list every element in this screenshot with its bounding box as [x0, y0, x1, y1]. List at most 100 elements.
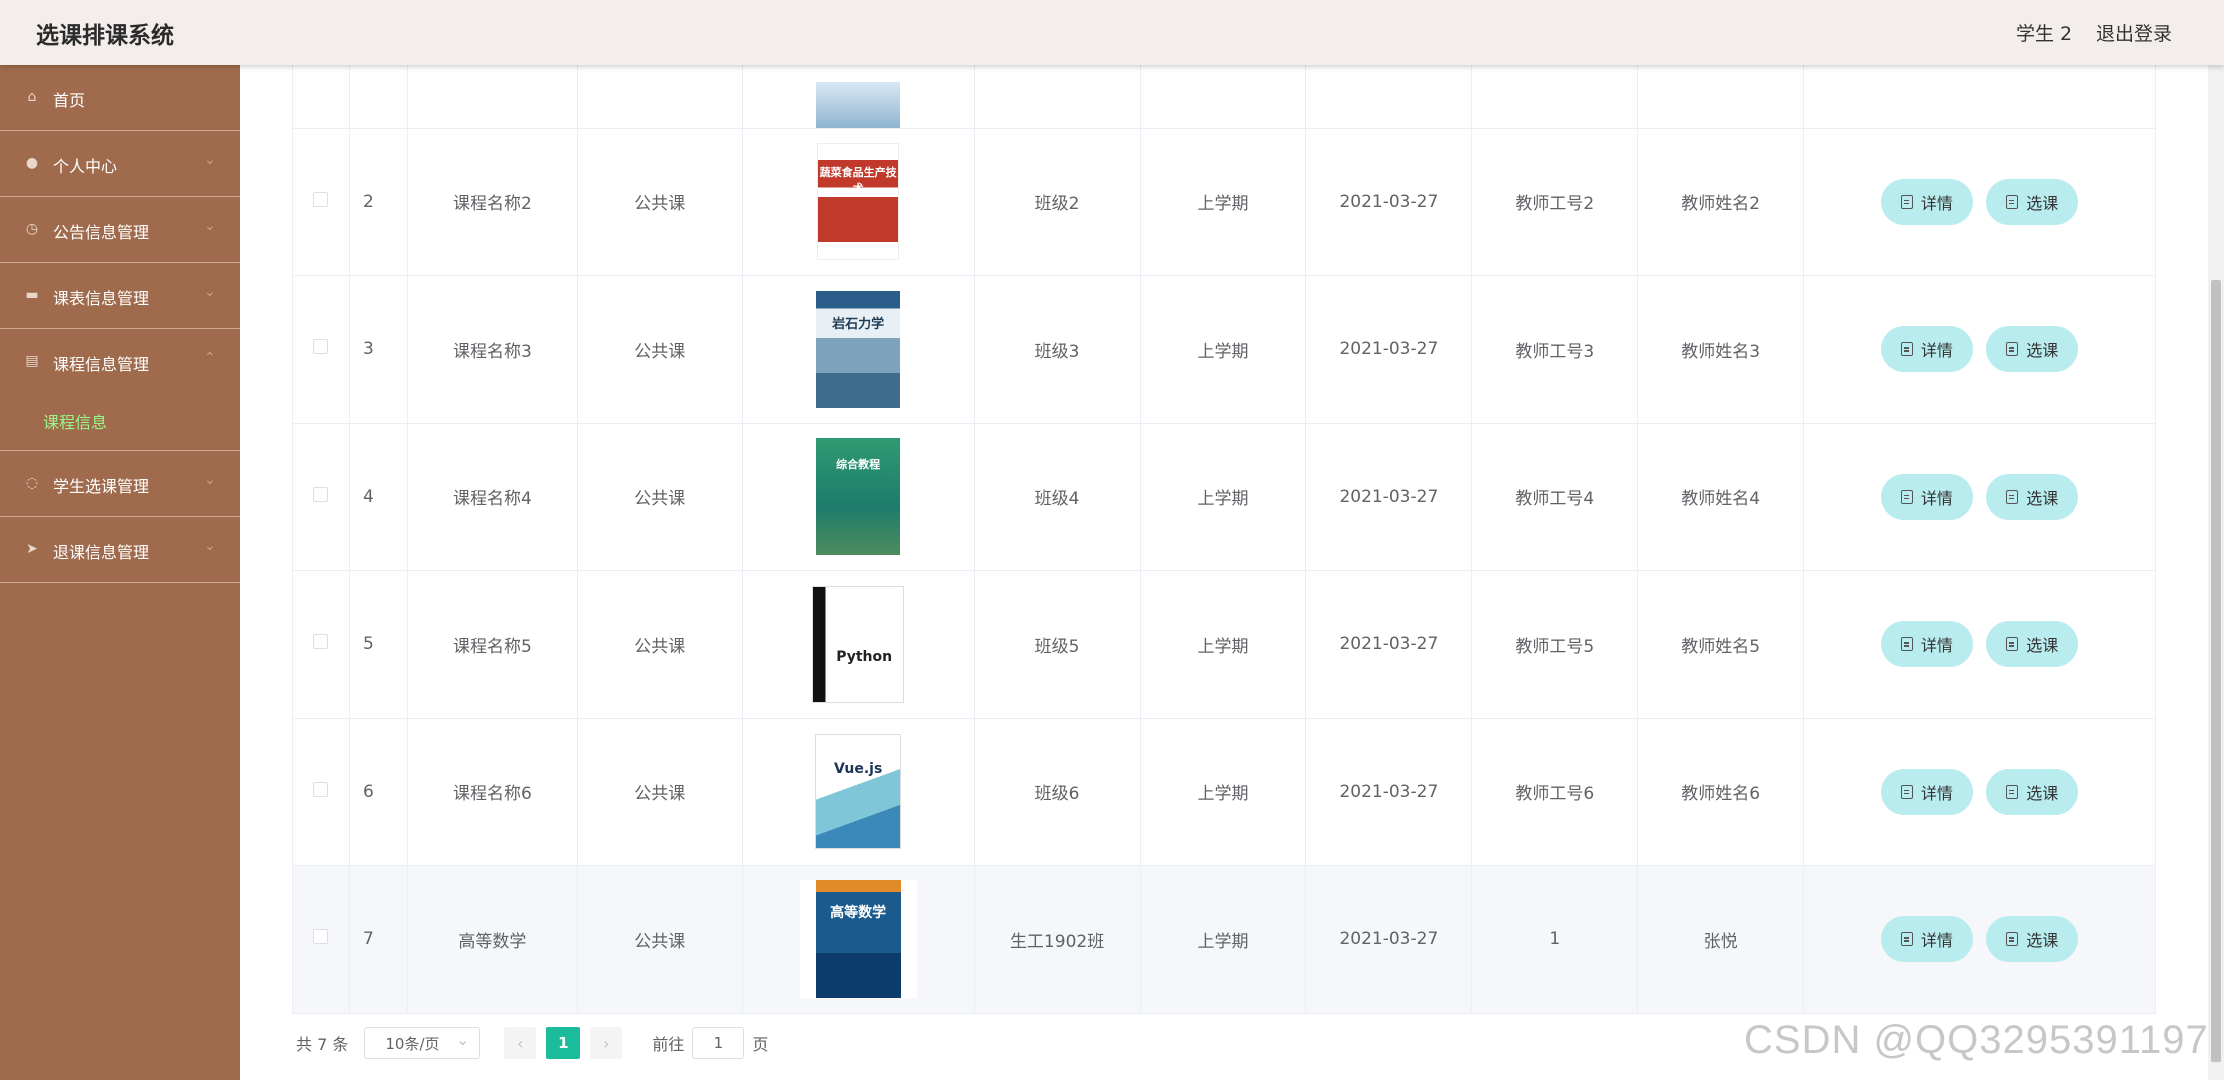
course-name: 课程名称5	[407, 570, 578, 719]
book-cover-image: Python	[812, 585, 905, 703]
teacher-no: 教师工号4	[1471, 423, 1639, 571]
sidebar-item-announcements[interactable]: ◷ 公告信息管理 ⌄	[0, 197, 240, 263]
page-size-select[interactable]: 10条/页	[364, 1027, 481, 1059]
sidebar-item-student-selection[interactable]: ◌ 学生选课管理 ⌄	[0, 451, 240, 517]
row-index: 5	[349, 570, 408, 719]
teacher-name: 教师姓名6	[1637, 718, 1805, 866]
date: 2021-03-27	[1305, 718, 1473, 866]
book-cover-image: 蔬菜食品生产技术	[817, 143, 900, 261]
course-name: 课程名称2	[407, 128, 578, 276]
document-icon	[1900, 637, 1913, 652]
table-row[interactable]: 2 课程名称2 公共课 蔬菜食品生产技术 班级2 上学期 2021-03-27 …	[292, 128, 2156, 276]
document-icon	[1900, 342, 1913, 357]
goto-page-input[interactable]: 1	[692, 1027, 745, 1059]
detail-button[interactable]: 详情	[1880, 621, 1973, 668]
chevron-down-icon: ⌄	[204, 152, 216, 168]
detail-button[interactable]: 详情	[1880, 178, 1973, 225]
chevron-down-icon: ⌄	[204, 218, 216, 234]
date: 2021-03-27	[1305, 275, 1473, 424]
logout-link[interactable]: 退出登录	[2096, 19, 2172, 46]
table-row[interactable]: 5 课程名称5 公共课 Python 班级5 上学期 2021-03-27 教师…	[292, 570, 2156, 719]
teacher-name: 教师姓名4	[1637, 423, 1805, 571]
table-row[interactable]: 3 课程名称3 公共课 岩石力学 班级3 上学期 2021-03-27 教师工号…	[292, 275, 2156, 424]
sidebar-item-label: 学生选课管理	[53, 477, 150, 496]
book-icon: ▤	[25, 353, 39, 369]
sidebar-item-schedule[interactable]: ▬ 课表信息管理 ⌄	[0, 263, 240, 329]
scrollbar-thumb[interactable]	[2211, 280, 2221, 1062]
book-cover-image: 高等数学	[799, 880, 917, 999]
row-checkbox[interactable]	[313, 781, 329, 797]
vertical-scrollbar[interactable]	[2208, 65, 2224, 1080]
teacher-no: 教师工号2	[1471, 128, 1639, 276]
document-icon	[2006, 932, 2019, 947]
book-cover-image	[816, 81, 901, 128]
circle-icon: ◌	[25, 475, 39, 491]
row-checkbox[interactable]	[313, 929, 329, 945]
document-icon	[1900, 932, 1913, 947]
top-header: 选课排课系统 学生 2 退出登录	[0, 0, 2224, 65]
sidebar-item-label: 课表信息管理	[53, 289, 150, 308]
sidebar-item-label: 首页	[53, 91, 86, 110]
next-page-button[interactable]: ›	[590, 1027, 623, 1059]
detail-button[interactable]: 详情	[1880, 326, 1973, 373]
sidebar-item-home[interactable]: ⌂ 首页	[0, 65, 240, 131]
teacher-no: 教师工号6	[1471, 718, 1639, 866]
date: 2021-03-27	[1305, 423, 1473, 571]
document-icon	[2006, 784, 2019, 799]
document-icon	[1900, 784, 1913, 799]
row-index: 7	[349, 865, 408, 1014]
table-row[interactable]: 7 高等数学 公共课 高等数学 生工1902班 上学期 2021-03-27 1…	[292, 865, 2156, 1014]
chevron-down-icon: ⌄	[204, 284, 216, 300]
select-course-button[interactable]: 选课	[1986, 916, 2079, 963]
select-course-button[interactable]: 选课	[1986, 178, 2079, 225]
select-course-button[interactable]: 选课	[1986, 768, 2079, 815]
document-icon	[2006, 489, 2019, 504]
sidebar-item-personal-center[interactable]: ● 个人中心 ⌄	[0, 131, 240, 197]
course-type: 公共课	[577, 718, 743, 866]
sidebar-item-courses[interactable]: ▤ 课程信息管理 ⌃	[0, 329, 240, 395]
book-cover-image: 岩石力学	[816, 290, 901, 408]
detail-button[interactable]: 详情	[1880, 768, 1973, 815]
term: 上学期	[1140, 275, 1307, 424]
watermark: CSDN @QQ3295391197	[1744, 1018, 2209, 1062]
table-row[interactable]: 6 课程名称6 公共课 Vue.js 班级6 上学期 2021-03-27 教师…	[292, 718, 2156, 866]
select-course-button[interactable]: 选课	[1986, 621, 2079, 668]
class-name: 班级4	[974, 423, 1141, 571]
course-name: 课程名称4	[407, 423, 578, 571]
course-name: 课程名称3	[407, 275, 578, 424]
row-checkbox[interactable]	[313, 634, 329, 650]
row-checkbox[interactable]	[313, 191, 329, 207]
chevron-down-icon: ⌄	[204, 472, 216, 488]
current-user[interactable]: 学生 2	[2016, 19, 2072, 46]
app-title: 选课排课系统	[36, 23, 174, 49]
select-course-button[interactable]: 选课	[1986, 326, 2079, 373]
term: 上学期	[1140, 423, 1307, 571]
sidebar-item-drop-course[interactable]: ➤ 退课信息管理 ⌄	[0, 517, 240, 583]
send-icon: ➤	[26, 541, 38, 557]
row-checkbox[interactable]	[313, 339, 329, 355]
sidebar-subitem-label: 课程信息	[43, 413, 108, 432]
page-number-current[interactable]: 1	[546, 1027, 581, 1059]
teacher-name: 教师姓名3	[1637, 275, 1805, 424]
main-content: 2 课程名称2 公共课 蔬菜食品生产技术 班级2 上学期 2021-03-27 …	[240, 65, 2224, 1080]
teacher-name: 教师姓名2	[1637, 128, 1805, 276]
course-name: 高等数学	[407, 865, 578, 1014]
table-row[interactable]: 4 课程名称4 公共课 综合教程 班级4 上学期 2021-03-27 教师工号…	[292, 423, 2156, 571]
sidebar-subitem-course-info[interactable]: 课程信息	[0, 395, 240, 451]
clock-icon: ◷	[25, 221, 39, 237]
document-icon	[2006, 342, 2019, 357]
row-index: 3	[349, 275, 408, 424]
prev-page-button[interactable]: ‹	[504, 1027, 537, 1059]
detail-button[interactable]: 详情	[1880, 916, 1973, 963]
detail-button[interactable]: 详情	[1880, 473, 1973, 520]
course-name: 课程名称6	[407, 718, 578, 866]
course-table: 2 课程名称2 公共课 蔬菜食品生产技术 班级2 上学期 2021-03-27 …	[292, 65, 2156, 1014]
user-icon: ●	[25, 155, 39, 171]
date: 2021-03-27	[1305, 128, 1473, 276]
row-checkbox[interactable]	[313, 486, 329, 502]
row-index: 6	[349, 718, 408, 866]
term: 上学期	[1140, 718, 1307, 866]
course-type: 公共课	[577, 275, 743, 424]
teacher-name: 教师姓名5	[1637, 570, 1805, 719]
select-course-button[interactable]: 选课	[1986, 473, 2079, 520]
